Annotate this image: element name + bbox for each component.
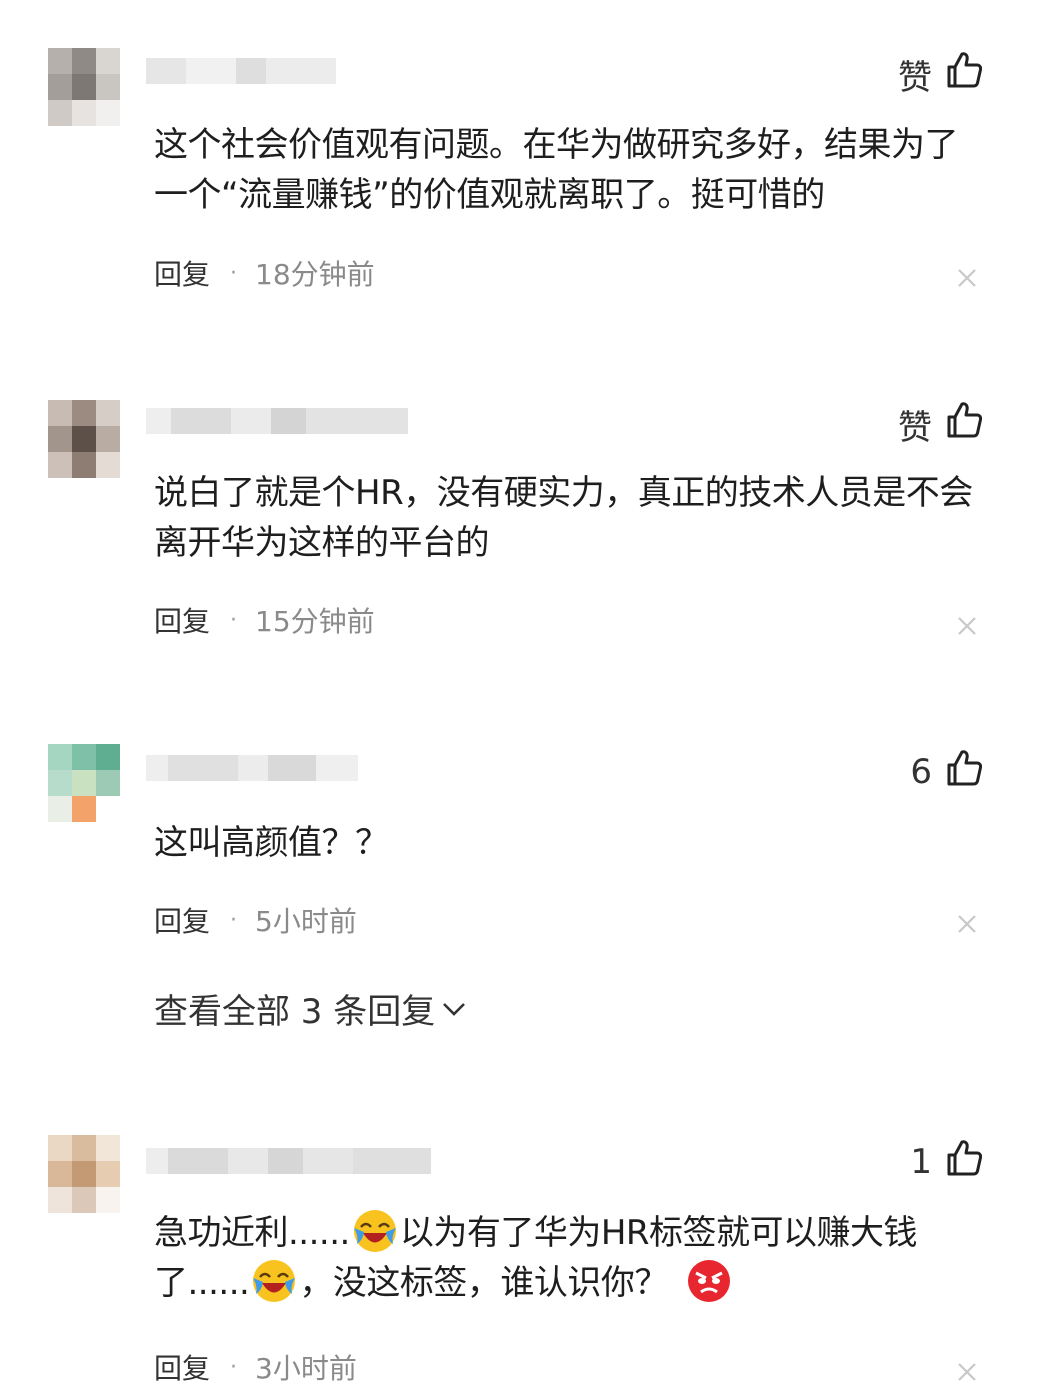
separator-dot: ·	[230, 1354, 238, 1380]
comment-text: 说白了就是个HR，没有硬实力，真正的技术人员是不会离开华为这样的平台的	[154, 473, 973, 563]
comment-text: 急功近利...... 以为有了华为HR标签就可以赚大钱了...... ，没这标签，谁…	[154, 1208, 984, 1308]
view-all-replies-label: 查看全部 3 条回复	[154, 991, 436, 1032]
username-blurred[interactable]	[146, 58, 336, 84]
laughing-crying-emoji	[352, 1208, 398, 1254]
like-count: 6	[910, 752, 932, 792]
username-blurred[interactable]	[146, 408, 408, 434]
avatar[interactable]	[48, 48, 120, 126]
thumbs-up-icon	[946, 1139, 983, 1186]
avatar[interactable]	[48, 400, 120, 478]
like-label: 赞	[898, 407, 932, 448]
chevron-down-icon	[435, 988, 467, 1028]
comment-meta: 回复 · 18分钟前	[154, 253, 375, 293]
thumbs-up-icon	[946, 51, 983, 98]
comment-meta: 回复 · 5小时前	[154, 900, 357, 940]
separator-dot: ·	[230, 260, 238, 286]
reply-button[interactable]: 回复	[154, 600, 210, 640]
thumbs-up-icon	[946, 401, 983, 448]
comment-text: 这个社会价值观有问题。在华为做研究多好，结果为了一个“流量赚钱”的价值观就离职了…	[154, 125, 959, 215]
avatar[interactable]	[48, 744, 120, 822]
like-label: 赞	[898, 57, 932, 98]
view-all-replies-button[interactable]: 查看全部 3 条回复	[154, 985, 467, 1032]
username-blurred[interactable]	[146, 1148, 431, 1174]
avatar[interactable]	[48, 1135, 120, 1213]
like-button[interactable]: 赞	[898, 401, 983, 448]
reply-button[interactable]: 回复	[154, 1347, 210, 1387]
comment-meta: 回复 · 15分钟前	[154, 600, 375, 640]
separator-dot: ·	[230, 907, 238, 933]
close-icon[interactable]	[956, 267, 978, 289]
close-icon[interactable]	[956, 615, 978, 637]
timestamp: 5小时前	[255, 905, 357, 938]
angry-emoji	[686, 1258, 732, 1304]
close-icon[interactable]	[956, 1361, 978, 1383]
comment-text: 这叫高颜值？？	[154, 823, 389, 863]
timestamp: 18分钟前	[255, 258, 375, 291]
like-button[interactable]: 1	[910, 1139, 983, 1186]
username-blurred[interactable]	[146, 755, 358, 781]
timestamp: 3小时前	[255, 1352, 357, 1385]
reply-button[interactable]: 回复	[154, 900, 210, 940]
comment-text-part: 急功近利......	[154, 1213, 350, 1253]
reply-button[interactable]: 回复	[154, 253, 210, 293]
like-count: 1	[910, 1142, 932, 1182]
timestamp: 15分钟前	[255, 605, 375, 638]
close-icon[interactable]	[956, 913, 978, 935]
comment-text-part: ，没这标签，谁认识你？	[299, 1263, 668, 1303]
laughing-crying-emoji	[251, 1258, 297, 1304]
comment-meta: 回复 · 3小时前	[154, 1347, 357, 1387]
separator-dot: ·	[230, 607, 238, 633]
like-button[interactable]: 6	[910, 749, 983, 796]
thumbs-up-icon	[946, 749, 983, 796]
like-button[interactable]: 赞	[898, 51, 983, 98]
